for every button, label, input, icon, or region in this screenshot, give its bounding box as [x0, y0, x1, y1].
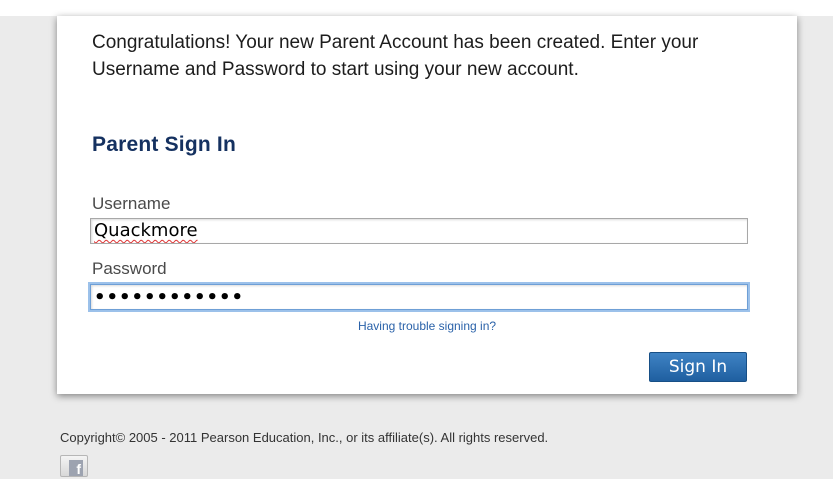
signin-card: Congratulations! Your new Parent Account…	[57, 16, 797, 394]
username-input[interactable]	[90, 218, 748, 244]
top-band	[0, 0, 833, 16]
password-input[interactable]	[90, 284, 748, 310]
sign-in-button[interactable]: Sign In	[649, 352, 747, 382]
account-created-message: Congratulations! Your new Parent Account…	[92, 32, 699, 80]
page-title: Parent Sign In	[92, 133, 236, 156]
copyright-text: Copyright© 2005 - 2011 Pearson Education…	[60, 430, 549, 445]
facebook-button[interactable]: f	[60, 455, 88, 477]
trouble-signing-in-link[interactable]: Having trouble signing in?	[57, 319, 797, 333]
password-label: Password	[92, 259, 167, 278]
facebook-icon: f	[69, 460, 83, 477]
username-label: Username	[92, 194, 171, 213]
